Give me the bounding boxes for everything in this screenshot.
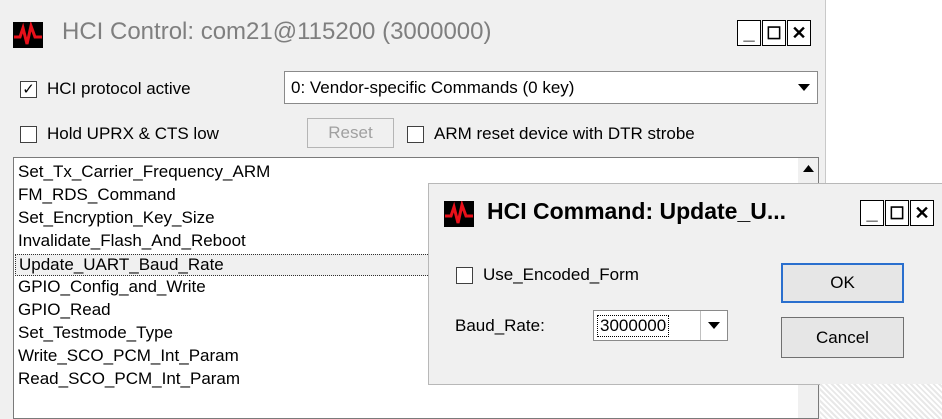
use-encoded-form-checkbox[interactable]: Use_Encoded_Form: [456, 265, 639, 285]
main-window-title: HCI Control: com21@115200 (3000000): [62, 18, 492, 45]
list-item[interactable]: FM_RDS_Command: [18, 185, 176, 205]
background-pattern: [820, 384, 942, 419]
hci-protocol-active-checkbox[interactable]: ✓ HCI protocol active: [20, 79, 191, 99]
reset-button[interactable]: Reset: [307, 118, 394, 148]
use-encoded-form-label: Use_Encoded_Form: [483, 265, 639, 284]
minimize-button[interactable]: _: [737, 20, 761, 46]
hci-command-dialog: HCI Command: Update_U... _ ☐ ✕ Use_Encod…: [429, 184, 942, 384]
baud-rate-label: Baud_Rate:: [455, 316, 545, 335]
list-item[interactable]: Set_Testmode_Type: [18, 323, 173, 343]
chevron-down-icon[interactable]: [791, 72, 817, 103]
waveform-logo-icon: [444, 199, 474, 227]
minimize-button[interactable]: _: [860, 200, 884, 226]
list-item[interactable]: Invalidate_Flash_And_Reboot: [18, 231, 246, 251]
waveform-logo-icon: [13, 20, 43, 48]
checkbox-unchecked-icon[interactable]: [456, 266, 473, 284]
checkbox-checked-icon[interactable]: ✓: [20, 80, 37, 98]
arm-reset-dtr-label: ARM reset device with DTR strobe: [434, 124, 695, 143]
list-item[interactable]: GPIO_Read: [18, 300, 111, 320]
maximize-button[interactable]: ☐: [762, 20, 786, 46]
hold-uprx-cts-label: Hold UPRX & CTS low: [47, 124, 219, 143]
baud-rate-dropdown[interactable]: 3000000: [593, 310, 728, 341]
maximize-button[interactable]: ☐: [885, 200, 909, 226]
cancel-button[interactable]: Cancel: [781, 317, 904, 358]
list-item[interactable]: Set_Encryption_Key_Size: [18, 208, 215, 228]
list-item[interactable]: Set_Tx_Carrier_Frequency_ARM: [18, 162, 270, 182]
arm-reset-dtr-checkbox[interactable]: ARM reset device with DTR strobe: [407, 124, 695, 144]
list-item[interactable]: GPIO_Config_and_Write: [18, 277, 206, 297]
dialog-title: HCI Command: Update_U...: [487, 198, 787, 224]
chevron-down-icon[interactable]: [700, 311, 727, 340]
list-item[interactable]: Write_SCO_PCM_Int_Param: [18, 346, 239, 366]
dialog-title-bar[interactable]: HCI Command: Update_U... _ ☐ ✕: [429, 184, 942, 244]
main-title-bar[interactable]: HCI Control: com21@115200 (3000000) _ ☐ …: [0, 0, 825, 66]
close-button[interactable]: ✕: [787, 20, 811, 46]
hold-uprx-cts-checkbox[interactable]: Hold UPRX & CTS low: [20, 124, 219, 144]
command-set-value: 0: Vendor-specific Commands (0 key): [291, 77, 575, 97]
list-item[interactable]: Read_SCO_PCM_Int_Param: [18, 369, 240, 389]
ok-button[interactable]: OK: [781, 263, 904, 303]
close-button[interactable]: ✕: [910, 200, 934, 226]
scroll-up-arrow-icon[interactable]: [798, 158, 818, 178]
command-set-dropdown[interactable]: 0: Vendor-specific Commands (0 key): [284, 71, 818, 104]
baud-rate-value[interactable]: 3000000: [597, 314, 670, 337]
checkbox-unchecked-icon[interactable]: [407, 125, 424, 143]
checkbox-unchecked-icon[interactable]: [20, 125, 37, 143]
hci-protocol-active-label: HCI protocol active: [47, 79, 191, 98]
list-item-selected[interactable]: Update_UART_Baud_Rate: [15, 254, 440, 276]
